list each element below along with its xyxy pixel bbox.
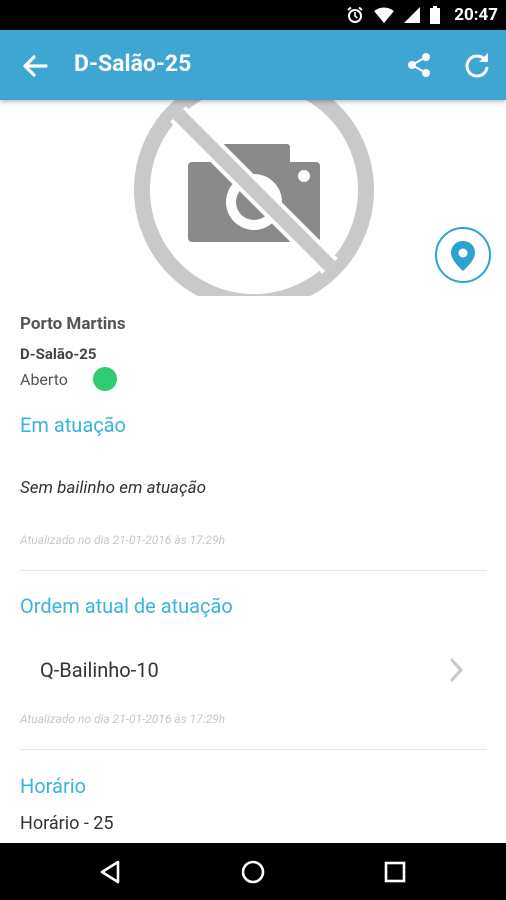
- section-heading-schedule: Horário: [20, 774, 86, 798]
- nav-home-icon[interactable]: [238, 857, 268, 887]
- no-photo-icon: [134, 100, 374, 296]
- venue-photo-placeholder: [0, 100, 506, 296]
- navigation-bar: [0, 843, 506, 900]
- order-list-item[interactable]: Q-Bailinho-10: [0, 640, 506, 700]
- divider: [20, 749, 487, 750]
- current-performance-text: Sem bailinho em atuação: [20, 478, 207, 498]
- chevron-right-icon: [449, 657, 464, 683]
- location-pin-icon: [451, 241, 475, 271]
- schedule-value: Horário - 25: [20, 813, 114, 834]
- order-updated-timestamp: Atualizado no dia 21-01-2016 às 17:29h: [20, 712, 226, 726]
- nav-back-icon[interactable]: [96, 857, 126, 887]
- back-arrow-icon[interactable]: [20, 51, 50, 81]
- signal-icon: [404, 7, 421, 23]
- alarm-icon: [347, 6, 363, 23]
- nav-recents-icon[interactable]: [380, 857, 410, 887]
- order-item-label: Q-Bailinho-10: [40, 658, 159, 682]
- page-title: D-Salão-25: [74, 50, 192, 77]
- status-indicator: [93, 367, 117, 391]
- app-bar: D-Salão-25: [0, 30, 506, 100]
- map-location-button[interactable]: [435, 227, 491, 283]
- section-heading-order: Ordem atual de atuação: [20, 594, 233, 618]
- venue-status: Aberto: [20, 370, 68, 389]
- venue-code: D-Salão-25: [20, 345, 97, 363]
- status-bar: 20:47: [0, 0, 506, 30]
- clock: 20:47: [454, 5, 498, 25]
- section-heading-current: Em atuação: [20, 413, 126, 437]
- divider: [20, 570, 487, 571]
- wifi-icon: [374, 7, 395, 23]
- refresh-icon[interactable]: [463, 51, 491, 79]
- battery-icon: [430, 6, 441, 24]
- current-updated-timestamp: Atualizado no dia 21-01-2016 às 17:29h: [20, 533, 226, 547]
- venue-place: Porto Martins: [20, 314, 126, 334]
- share-icon[interactable]: [405, 51, 433, 79]
